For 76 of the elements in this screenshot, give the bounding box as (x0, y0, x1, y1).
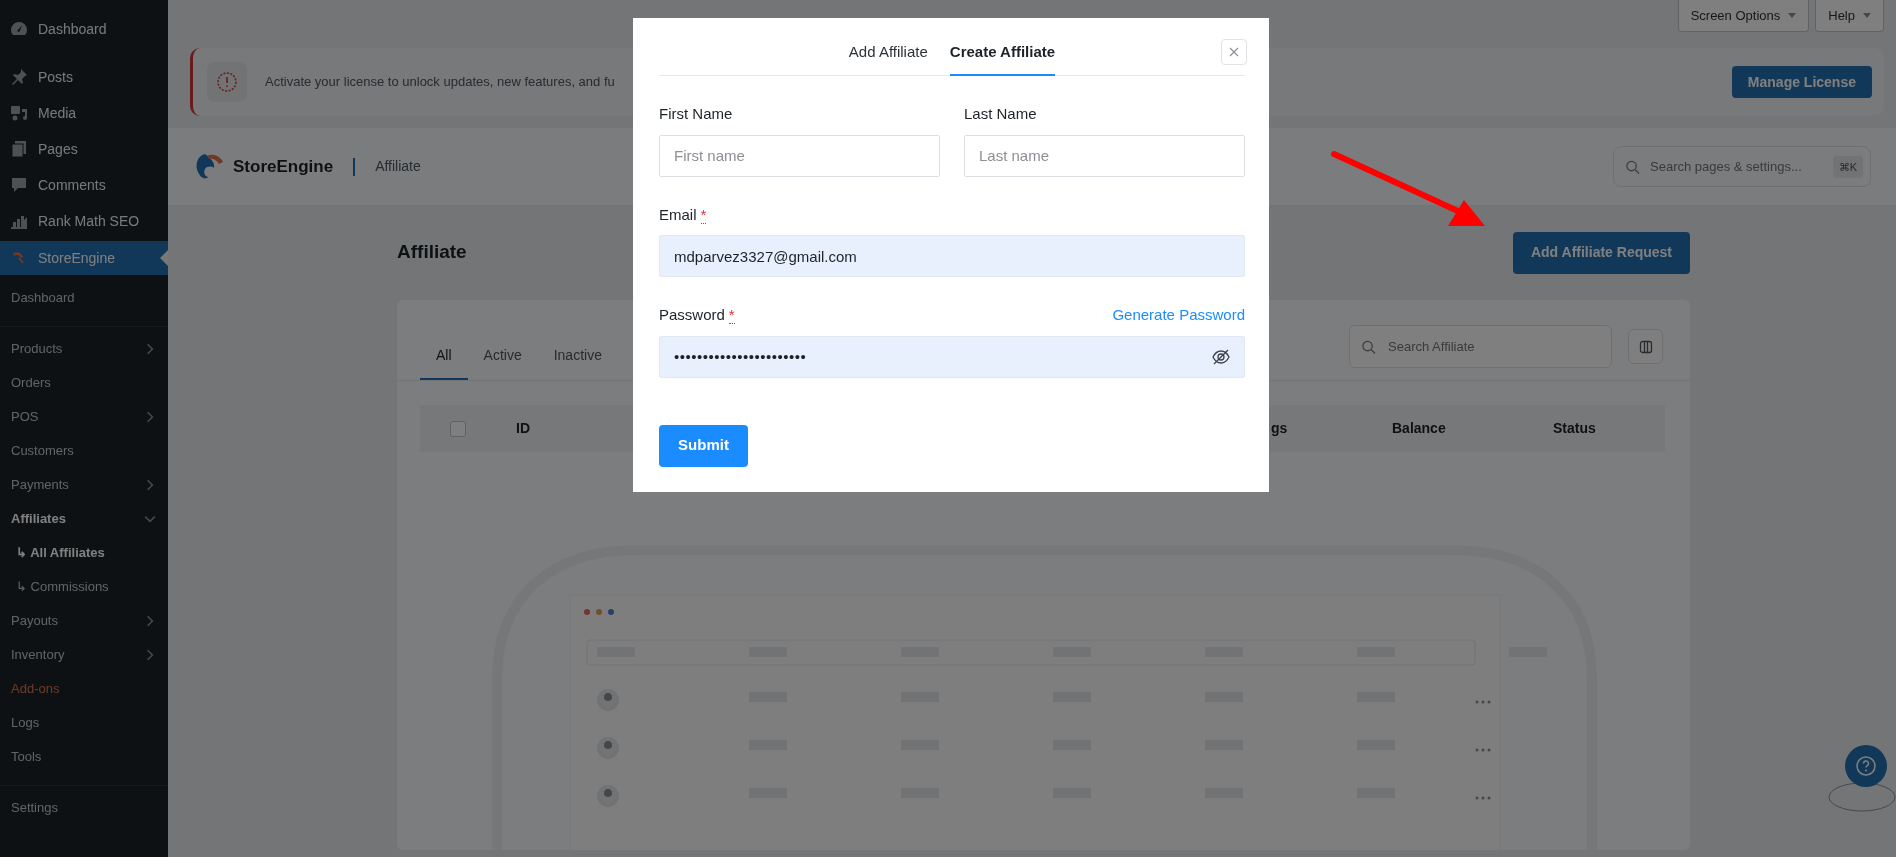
sidebar-submenu-item[interactable]: Payments (0, 468, 168, 502)
input-field[interactable]: Last name (964, 134, 1245, 177)
column-header: Balance (1392, 419, 1447, 438)
sidebar-submenu-item[interactable]: Add-ons (0, 672, 168, 706)
field-label: Email * (659, 204, 707, 226)
password-field[interactable]: ••••••••••••••••••••••• (659, 335, 1245, 378)
eye-slash-icon (1211, 347, 1231, 366)
section-title: Affiliate (375, 157, 421, 176)
search-field[interactable]: Search Affiliate (1349, 325, 1612, 368)
sidebar-submenu-item[interactable]: ↳ Commissions (0, 570, 168, 604)
chevron-right-icon (144, 479, 156, 491)
modal-tab[interactable]: Add Affiliate (848, 40, 928, 76)
question-icon (1855, 755, 1877, 777)
sidebar-submenu-item[interactable]: ↳ All Affiliates (0, 536, 168, 570)
generate-password-link[interactable]: Generate Password (1112, 304, 1245, 327)
input-field[interactable]: mdparvez3327@gmail.com (659, 235, 1245, 277)
brand-name: StoreEngine (233, 155, 334, 178)
chevron-right-icon (144, 343, 156, 355)
filter-tab[interactable]: All (420, 345, 468, 380)
sidebar-menu-item[interactable]: Pages (0, 131, 168, 167)
sidebar-menu-item[interactable]: Rank Math SEO (0, 203, 168, 239)
help-button[interactable] (1845, 745, 1887, 787)
page-title: Affiliate (397, 241, 467, 264)
sidebar-submenu-item[interactable]: Payouts (0, 604, 168, 638)
shortcut-key: ⌘K (1832, 155, 1863, 178)
dropdown-button[interactable]: Screen Options (1677, 0, 1810, 32)
sidebar-menu-item[interactable]: Media (0, 95, 168, 131)
sidebar-menu-item[interactable]: Posts (0, 59, 168, 95)
sidebar-submenu-item[interactable]: Inventory (0, 638, 168, 672)
sidebar-submenu-item[interactable]: Products (0, 332, 168, 366)
sidebar-submenu-item[interactable]: Dashboard (0, 281, 168, 315)
manage-license-button[interactable]: Manage License (1731, 66, 1872, 98)
documents-icon (9, 139, 29, 159)
column-header: ID (516, 419, 531, 438)
column-header: Status (1553, 419, 1597, 438)
speech-bubble-icon (9, 175, 29, 195)
sidebar-submenu-item[interactable]: Logs (0, 706, 168, 740)
chevron-right-icon (144, 615, 156, 627)
columns-icon (1638, 339, 1653, 354)
dropdown-button[interactable]: Help (1815, 0, 1884, 32)
chevron-right-icon (144, 649, 156, 661)
required-mark: * (700, 205, 707, 224)
sidebar-menu-item[interactable]: Dashboard (0, 11, 168, 47)
caret-icon (1863, 13, 1871, 18)
caret-icon (1788, 13, 1797, 18)
sidebar-menu-item[interactable]: Comments (0, 167, 168, 203)
close-button[interactable] (1221, 39, 1247, 65)
sidebar-submenu-item[interactable]: POS (0, 400, 168, 434)
filter-tab[interactable]: Active (467, 345, 538, 380)
required-mark: * (728, 306, 735, 324)
license-message: Activate your license to unlock updates, new features, and fu (265, 73, 615, 92)
field-label: First Name (659, 104, 733, 124)
column-header: gs (1271, 419, 1289, 438)
modal-tab[interactable]: Create Affiliate (949, 40, 1056, 76)
field-label: Password * (659, 305, 735, 326)
media-icon (9, 103, 29, 123)
add-affiliate-request-button[interactable]: Add Affiliate Request (1512, 231, 1690, 274)
sidebar-submenu-item[interactable]: Orders (0, 366, 168, 400)
sidebar-submenu-item[interactable]: Settings (0, 791, 168, 825)
filter-tab[interactable]: Inactive (537, 345, 618, 380)
chevron-down-icon (144, 513, 156, 525)
chevron-right-icon (144, 411, 156, 423)
sidebar-submenu-item[interactable]: Customers (0, 434, 168, 468)
sidebar-submenu-item[interactable]: Tools (0, 740, 168, 774)
columns-button[interactable] (1628, 329, 1663, 364)
submit-button[interactable]: Submit (659, 424, 748, 467)
select-all-checkbox[interactable] (450, 420, 466, 437)
ring-drawing (1826, 780, 1896, 814)
sidebar-submenu-item[interactable]: Affiliates (0, 502, 168, 536)
field-label: Last Name (964, 104, 1037, 124)
sidebar-menu-item[interactable]: StoreEngine (0, 241, 168, 275)
search-icon (1625, 159, 1640, 174)
close-icon (1229, 47, 1239, 57)
search-icon (1361, 339, 1376, 354)
input-field[interactable]: First name (659, 134, 940, 177)
alert-icon (207, 62, 247, 102)
